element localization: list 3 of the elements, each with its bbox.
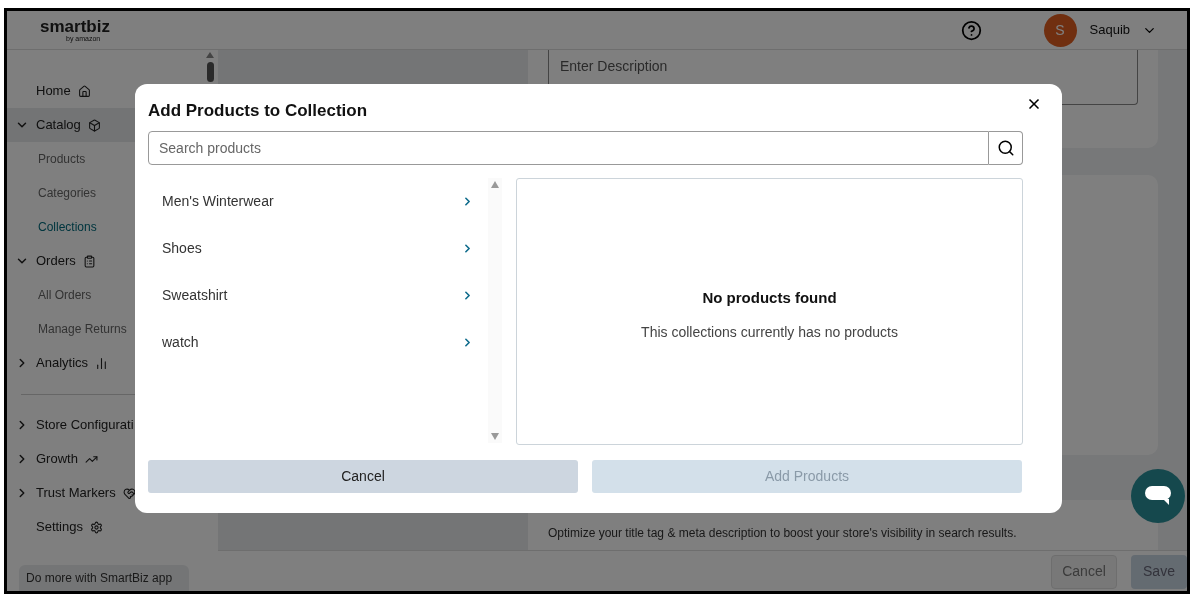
seo-description: Optimize your title tag & meta description to boost your store's visibility in search results. [548, 525, 1018, 542]
empty-message: This collections currently has no products [641, 322, 898, 342]
empty-title: No products found [702, 288, 837, 308]
